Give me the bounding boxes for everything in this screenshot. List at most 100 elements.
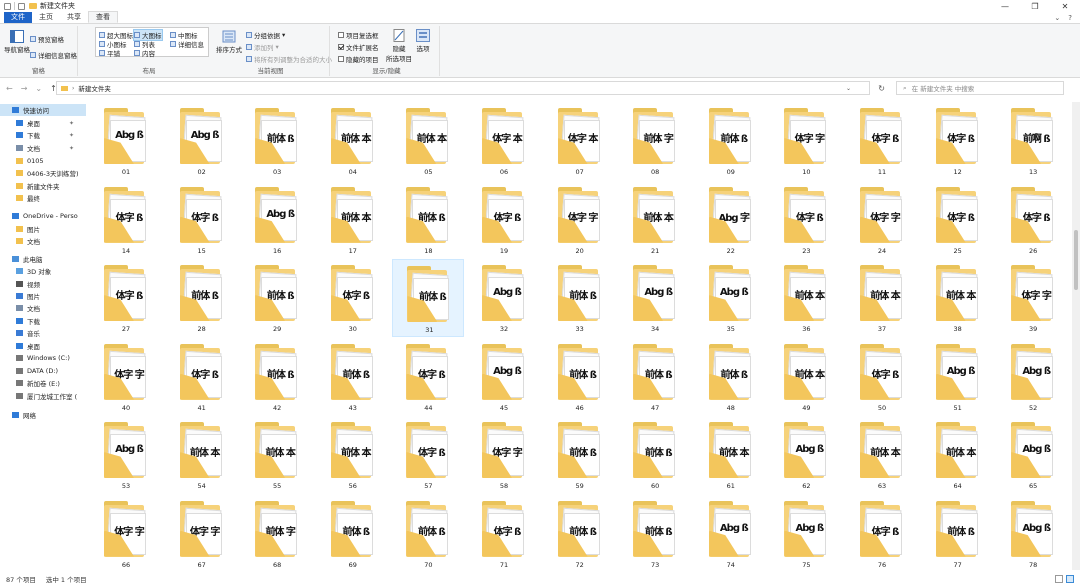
- folder-item[interactable]: 前体 ß 47: [619, 338, 691, 416]
- folder-item[interactable]: 前体 本 63: [846, 416, 918, 494]
- folder-item[interactable]: Abg ß 16: [241, 181, 313, 259]
- layout-details[interactable]: 详细信息: [170, 39, 204, 49]
- sort-by-button[interactable]: 排序方式: [216, 30, 242, 54]
- folder-item[interactable]: 前体 ß 73: [619, 495, 691, 573]
- folder-item[interactable]: 体字 字 10: [770, 102, 842, 180]
- folder-item[interactable]: Abg ß 78: [997, 495, 1069, 573]
- folder-item[interactable]: 前体 ß 42: [241, 338, 313, 416]
- sidebar-item[interactable]: 新建文件夹: [0, 180, 86, 192]
- layout-content[interactable]: 内容: [134, 48, 155, 58]
- folder-item[interactable]: Abg ß 01: [90, 102, 162, 180]
- sidebar-item[interactable]: 下载 ✦: [0, 129, 86, 141]
- folder-item[interactable]: 前啊 ß 13: [997, 102, 1069, 180]
- sidebar-item[interactable]: 桌面 ✦: [0, 117, 86, 129]
- folder-item[interactable]: 前体 本 38: [922, 259, 994, 337]
- sidebar-item[interactable]: 文档: [0, 235, 86, 247]
- sidebar-item[interactable]: 此电脑: [0, 253, 86, 265]
- folder-item[interactable]: 前体 ß 28: [166, 259, 238, 337]
- folder-item[interactable]: Abg ß 62: [770, 416, 842, 494]
- folder-item[interactable]: 体字 ß 19: [468, 181, 540, 259]
- checkbox[interactable]: [338, 44, 344, 50]
- tab-file[interactable]: 文件: [4, 12, 32, 23]
- folder-item[interactable]: 体字 ß 41: [166, 338, 238, 416]
- folder-item[interactable]: 体字 ß 23: [770, 181, 842, 259]
- pin-icon[interactable]: ✦: [69, 132, 74, 139]
- folder-item[interactable]: 体字 字 58: [468, 416, 540, 494]
- sidebar-item[interactable]: 图片: [0, 223, 86, 235]
- help-icon[interactable]: ?: [1068, 14, 1072, 22]
- sidebar-item[interactable]: Windows (C:): [0, 352, 86, 364]
- folder-item[interactable]: 前体 本 17: [317, 181, 389, 259]
- folder-item[interactable]: 前体 本 54: [166, 416, 238, 494]
- folder-item[interactable]: 前体 字 08: [619, 102, 691, 180]
- folder-item[interactable]: Abg ß 02: [166, 102, 238, 180]
- folder-item[interactable]: 前体 ß 46: [544, 338, 616, 416]
- recent-locations-chevron-icon[interactable]: ⌄: [35, 84, 42, 93]
- folder-item[interactable]: Abg ß 51: [922, 338, 994, 416]
- folder-item[interactable]: 体字 字 66: [90, 495, 162, 573]
- scrollbar-thumb[interactable]: [1074, 230, 1078, 290]
- sidebar-item[interactable]: 网络: [0, 409, 86, 421]
- folder-item[interactable]: 体字 ß 76: [846, 495, 918, 573]
- sidebar-item[interactable]: 最终: [0, 192, 86, 204]
- preview-pane-button[interactable]: 预览窗格: [30, 34, 64, 44]
- sidebar-item[interactable]: OneDrive - Perso: [0, 210, 86, 222]
- folder-item[interactable]: 体字 ß 15: [166, 181, 238, 259]
- search-input[interactable]: ⌕ 在 新建文件夹 中搜索: [896, 81, 1064, 95]
- address-bar[interactable]: › 新建文件夹 ⌄ ↻: [56, 81, 885, 95]
- folder-item[interactable]: 体字 ß 50: [846, 338, 918, 416]
- minimize-button[interactable]: —: [990, 0, 1020, 12]
- folder-item[interactable]: 体字 ß 11: [846, 102, 918, 180]
- folder-item[interactable]: 体字 ß 71: [468, 495, 540, 573]
- sidebar-item[interactable]: 快速访问: [0, 104, 86, 116]
- folder-item[interactable]: 前体 ß 77: [922, 495, 994, 573]
- breadcrumb-separator-icon[interactable]: ›: [72, 85, 74, 92]
- sidebar-item[interactable]: 音乐: [0, 327, 86, 339]
- folder-item[interactable]: Abg 字 22: [695, 181, 767, 259]
- pin-icon[interactable]: ✦: [69, 120, 74, 127]
- sidebar-item[interactable]: 0105: [0, 155, 86, 167]
- pin-icon[interactable]: ✦: [69, 145, 74, 152]
- folder-item[interactable]: 体字 ß 26: [997, 181, 1069, 259]
- folder-item[interactable]: 前体 本 05: [392, 102, 464, 180]
- options-button[interactable]: 选项: [416, 29, 430, 53]
- folder-item[interactable]: Abg ß 75: [770, 495, 842, 573]
- sidebar-item[interactable]: 图片: [0, 290, 86, 302]
- folder-item[interactable]: 体字 字 40: [90, 338, 162, 416]
- sidebar-item[interactable]: 桌面: [0, 340, 86, 352]
- group-by-button[interactable]: 分组依据 ▾: [246, 30, 285, 40]
- folder-item[interactable]: 体字 ß 30: [317, 259, 389, 337]
- folder-item[interactable]: 体字 字 24: [846, 181, 918, 259]
- folder-item[interactable]: 体字 本 06: [468, 102, 540, 180]
- tab-share[interactable]: 共享: [60, 12, 88, 23]
- folder-item[interactable]: Abg ß 32: [468, 259, 540, 337]
- folder-item[interactable]: 体字 ß 14: [90, 181, 162, 259]
- details-pane-button[interactable]: 详细信息窗格: [30, 50, 77, 60]
- folder-item[interactable]: 前体 ß 43: [317, 338, 389, 416]
- folder-item[interactable]: 前体 本 64: [922, 416, 994, 494]
- item-checkboxes-toggle[interactable]: 项目复选框: [338, 30, 379, 40]
- folder-item[interactable]: Abg ß 65: [997, 416, 1069, 494]
- folder-item[interactable]: 前体 ß 31: [392, 259, 465, 337]
- folder-item[interactable]: 前体 字 68: [241, 495, 313, 573]
- folder-item[interactable]: 体字 字 20: [544, 181, 616, 259]
- sidebar-item[interactable]: 文档 ✦: [0, 142, 86, 154]
- folder-item[interactable]: Abg ß 53: [90, 416, 162, 494]
- folder-item[interactable]: 前体 ß 59: [544, 416, 616, 494]
- folder-item[interactable]: 体字 ß 57: [392, 416, 464, 494]
- folder-item[interactable]: 前体 ß 29: [241, 259, 313, 337]
- folder-item[interactable]: 前体 本 56: [317, 416, 389, 494]
- file-extensions-toggle[interactable]: 文件扩展名: [338, 42, 379, 52]
- folder-item[interactable]: Abg ß 52: [997, 338, 1069, 416]
- vertical-scrollbar[interactable]: [1072, 102, 1080, 570]
- large-icons-view-icon[interactable]: [1066, 575, 1074, 583]
- folder-item[interactable]: 前体 ß 60: [619, 416, 691, 494]
- folder-item[interactable]: 前体 本 21: [619, 181, 691, 259]
- folder-item[interactable]: 前体 ß 69: [317, 495, 389, 573]
- folder-item[interactable]: 体字 ß 12: [922, 102, 994, 180]
- chevron-down-icon[interactable]: ⌄: [846, 85, 851, 92]
- maximize-button[interactable]: ❐: [1020, 0, 1050, 12]
- folder-item[interactable]: 体字 ß 27: [90, 259, 162, 337]
- chevron-down-icon[interactable]: ⌄: [1054, 14, 1060, 22]
- details-view-icon[interactable]: [1055, 575, 1063, 583]
